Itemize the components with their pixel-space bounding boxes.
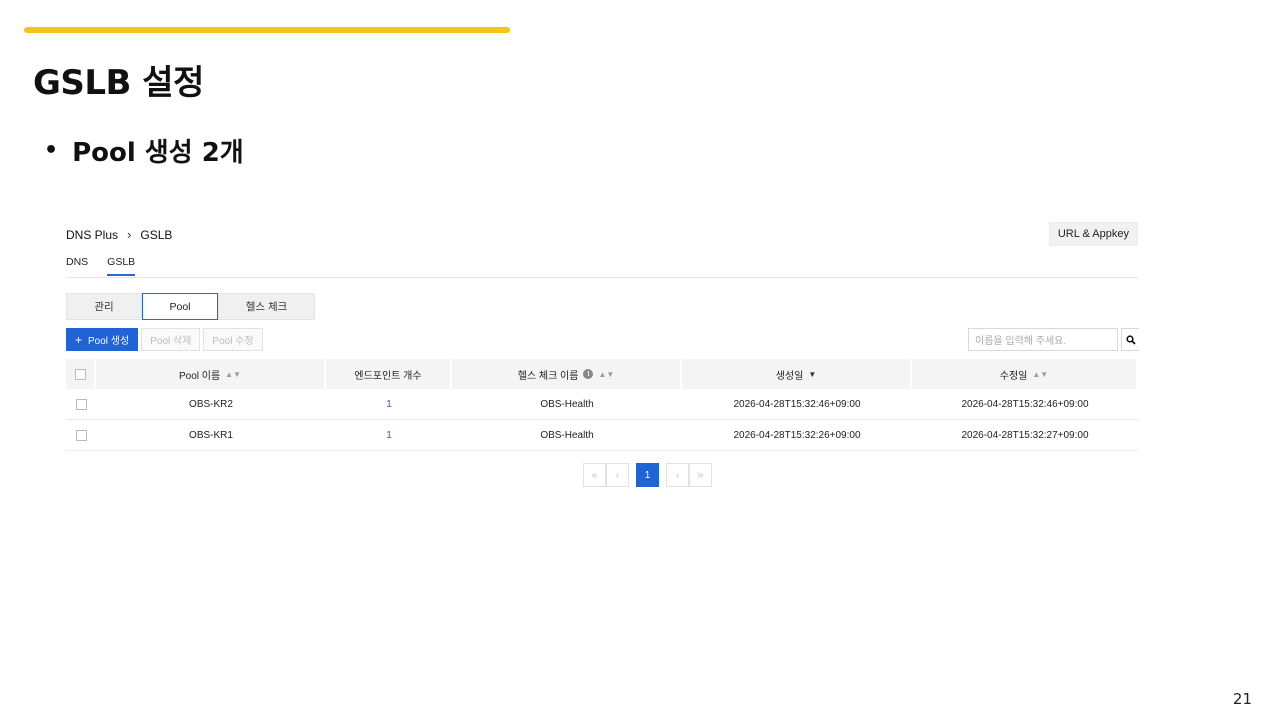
sort-icon: ▲▼ xyxy=(225,369,242,379)
search-icon xyxy=(1125,334,1136,345)
chevron-right-icon: › xyxy=(127,227,132,242)
sort-desc-icon: ▼ xyxy=(808,369,817,379)
header-label: 생성일 xyxy=(775,370,804,382)
tab-pool[interactable]: Pool xyxy=(142,293,218,320)
page-number: 21 xyxy=(1232,690,1252,708)
table-row[interactable]: OBS-KR2 1 OBS-Health 2026-04-28T15:32:46… xyxy=(66,389,1138,420)
cell-pool-name: OBS-KR1 xyxy=(189,429,233,441)
prev-page-button[interactable]: ‹ xyxy=(606,463,629,487)
sort-icon: ▲▼ xyxy=(598,369,615,379)
pagination: « ‹ 1 › » xyxy=(583,463,712,487)
divider xyxy=(66,277,1138,278)
cell-endpoint-count[interactable]: 1 xyxy=(326,389,452,419)
tab-health-check[interactable]: 헬스 체크 xyxy=(218,293,315,320)
pager-gap xyxy=(659,463,666,487)
info-icon[interactable]: ! xyxy=(583,369,594,379)
breadcrumb-root[interactable]: DNS Plus xyxy=(66,228,118,242)
sort-icon: ▲▼ xyxy=(1032,369,1049,379)
create-pool-label: Pool 생성 xyxy=(88,336,130,347)
cell-health-check: OBS-Health xyxy=(540,429,594,441)
header-modified[interactable]: 수정일 ▲▼ xyxy=(912,359,1138,389)
toolbar: + Pool 생성 Pool 삭제 Pool 수정 xyxy=(66,328,263,351)
header-label: 엔드포인트 개수 xyxy=(354,370,422,382)
tab-bar: 관리 Pool 헬스 체크 xyxy=(66,293,315,320)
plus-icon: + xyxy=(75,332,83,347)
breadcrumb-current: GSLB xyxy=(140,227,173,242)
bullet-item: • Pool 생성 2개 xyxy=(44,132,244,169)
slide-title: GSLB 설정 xyxy=(33,63,204,103)
edit-pool-button[interactable]: Pool 수정 xyxy=(203,328,263,351)
header-health-check-name[interactable]: 헬스 체크 이름! ▲▼ xyxy=(452,359,682,389)
header-pool-name[interactable]: Pool 이름 ▲▼ xyxy=(96,359,326,389)
cell-modified: 2026-04-28T15:32:46+09:00 xyxy=(961,398,1089,410)
header-endpoint-count: 엔드포인트 개수 xyxy=(326,359,452,389)
header-label: Pool 이름 xyxy=(178,370,221,382)
table-row[interactable]: OBS-KR1 1 OBS-Health 2026-04-28T15:32:26… xyxy=(66,420,1138,451)
header-label: 헬스 체크 이름 xyxy=(517,370,579,382)
cell-created: 2026-04-28T15:32:26+09:00 xyxy=(733,429,861,441)
subnav-item-dns[interactable]: DNS xyxy=(66,256,88,276)
table-header: Pool 이름 ▲▼ 엔드포인트 개수 헬스 체크 이름! ▲▼ 생성일 ▼ 수정일 ▲… xyxy=(66,359,1138,389)
header-created[interactable]: 생성일 ▼ xyxy=(682,359,912,389)
search-button[interactable] xyxy=(1121,328,1139,351)
cell-endpoint-count[interactable]: 1 xyxy=(326,420,452,450)
tab-manage[interactable]: 관리 xyxy=(66,293,142,320)
cell-modified: 2026-04-28T15:32:27+09:00 xyxy=(961,429,1089,441)
breadcrumb: DNS Plus › GSLB xyxy=(66,227,172,242)
cell-created: 2026-04-28T15:32:46+09:00 xyxy=(733,398,861,410)
url-appkey-button[interactable]: URL & Appkey xyxy=(1048,222,1138,246)
last-page-button[interactable]: » xyxy=(689,463,712,487)
console-screenshot: DNS Plus › GSLB URL & Appkey DNS GSLB 관리… xyxy=(66,222,1139,492)
bullet-text: Pool 생성 2개 xyxy=(72,138,244,168)
first-page-button[interactable]: « xyxy=(583,463,606,487)
row-checkbox-cell xyxy=(66,389,96,419)
row-checkbox-cell xyxy=(66,420,96,450)
header-checkbox-cell xyxy=(66,359,96,389)
header-label: 수정일 xyxy=(999,370,1028,382)
create-pool-button[interactable]: + Pool 생성 xyxy=(66,328,139,351)
row-checkbox[interactable] xyxy=(75,398,87,410)
row-checkbox[interactable] xyxy=(75,429,87,441)
cell-health-check: OBS-Health xyxy=(540,398,594,410)
cell-pool-name: OBS-KR2 xyxy=(189,398,233,410)
delete-pool-button[interactable]: Pool 삭제 xyxy=(141,328,201,351)
bullet-dot: • xyxy=(44,138,59,163)
select-all-checkbox[interactable] xyxy=(74,368,86,380)
next-page-button[interactable]: › xyxy=(666,463,689,487)
pool-table: Pool 이름 ▲▼ 엔드포인트 개수 헬스 체크 이름! ▲▼ 생성일 ▼ 수정일 ▲… xyxy=(66,359,1138,451)
page-button-current[interactable]: 1 xyxy=(636,463,659,487)
sub-navigation: DNS GSLB xyxy=(66,256,154,276)
accent-bar xyxy=(24,27,510,33)
subnav-item-gslb[interactable]: GSLB xyxy=(107,256,136,276)
search-input[interactable]: 이름을 입력해 주세요. xyxy=(968,328,1118,351)
pager-gap xyxy=(629,463,636,487)
